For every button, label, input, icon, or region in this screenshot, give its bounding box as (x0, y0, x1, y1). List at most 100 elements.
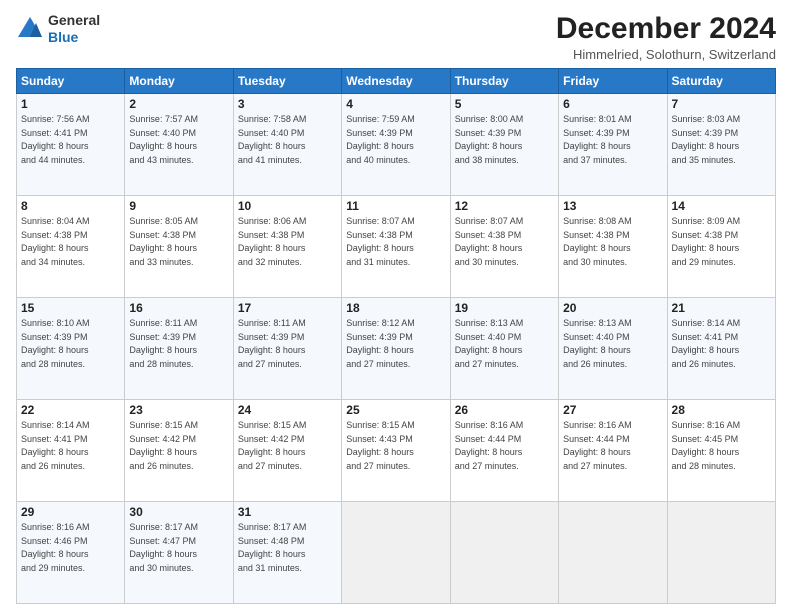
empty-cell (342, 502, 450, 604)
title-block: December 2024 Himmelried, Solothurn, Swi… (556, 12, 776, 62)
day-cell-9: 9 Sunrise: 8:05 AMSunset: 4:38 PMDaylight… (125, 196, 233, 298)
weekday-header-monday: Monday (125, 69, 233, 94)
day-number: 12 (455, 199, 554, 213)
day-cell-27: 27 Sunrise: 8:16 AMSunset: 4:44 PMDayligh… (559, 400, 667, 502)
day-number: 14 (672, 199, 771, 213)
day-number: 27 (563, 403, 662, 417)
day-number: 13 (563, 199, 662, 213)
day-info: Sunrise: 8:05 AMSunset: 4:38 PMDaylight:… (129, 215, 228, 269)
day-info: Sunrise: 8:15 AMSunset: 4:42 PMDaylight:… (129, 419, 228, 473)
weekday-header-tuesday: Tuesday (233, 69, 341, 94)
logo-text: General Blue (48, 12, 100, 46)
weekday-header-saturday: Saturday (667, 69, 775, 94)
day-number: 21 (672, 301, 771, 315)
day-info: Sunrise: 8:01 AMSunset: 4:39 PMDaylight:… (563, 113, 662, 167)
day-cell-8: 8Sunrise: 8:04 AMSunset: 4:38 PMDaylight… (17, 196, 125, 298)
day-number: 18 (346, 301, 445, 315)
day-info: Sunrise: 7:57 AMSunset: 4:40 PMDaylight:… (129, 113, 228, 167)
day-info: Sunrise: 8:13 AMSunset: 4:40 PMDaylight:… (563, 317, 662, 371)
week-row-5: 29Sunrise: 8:16 AMSunset: 4:46 PMDayligh… (17, 502, 776, 604)
day-number: 2 (129, 97, 228, 111)
day-number: 3 (238, 97, 337, 111)
day-cell-3: 3Sunrise: 7:58 AMSunset: 4:40 PMDaylight… (233, 94, 341, 196)
day-number: 9 (129, 199, 228, 213)
day-cell-19: 19 Sunrise: 8:13 AMSunset: 4:40 PMDayligh… (450, 298, 558, 400)
day-number: 1 (21, 97, 120, 111)
day-number: 6 (563, 97, 662, 111)
day-number: 28 (672, 403, 771, 417)
day-cell-24: 24 Sunrise: 8:15 AMSunset: 4:42 PMDayligh… (233, 400, 341, 502)
day-cell-25: 25 Sunrise: 8:15 AMSunset: 4:43 PMDayligh… (342, 400, 450, 502)
day-info: Sunrise: 8:08 AMSunset: 4:38 PMDaylight:… (563, 215, 662, 269)
day-cell-28: 28Sunrise: 8:16 AMSunset: 4:45 PMDayligh… (667, 400, 775, 502)
day-cell-14: 14Sunrise: 8:09 AMSunset: 4:38 PMDayligh… (667, 196, 775, 298)
day-cell-5: 5Sunrise: 8:00 AMSunset: 4:39 PMDaylight… (450, 94, 558, 196)
logo: General Blue (16, 12, 100, 46)
day-info: Sunrise: 8:15 AMSunset: 4:42 PMDaylight:… (238, 419, 337, 473)
day-cell-16: 16Sunrise: 8:11 AMSunset: 4:39 PMDayligh… (125, 298, 233, 400)
empty-cell (450, 502, 558, 604)
day-number: 31 (238, 505, 337, 519)
week-row-4: 22 Sunrise: 8:14 AMSunset: 4:41 PMDayligh… (17, 400, 776, 502)
day-cell-23: 23 Sunrise: 8:15 AMSunset: 4:42 PMDayligh… (125, 400, 233, 502)
day-info: Sunrise: 8:15 AMSunset: 4:43 PMDaylight:… (346, 419, 445, 473)
empty-cell (667, 502, 775, 604)
day-info: Sunrise: 7:59 AMSunset: 4:39 PMDaylight:… (346, 113, 445, 167)
day-number: 24 (238, 403, 337, 417)
weekday-header-sunday: Sunday (17, 69, 125, 94)
day-info: Sunrise: 8:14 AMSunset: 4:41 PMDaylight:… (21, 419, 120, 473)
day-info: Sunrise: 8:00 AMSunset: 4:39 PMDaylight:… (455, 113, 554, 167)
day-info: Sunrise: 8:06 AMSunset: 4:38 PMDaylight:… (238, 215, 337, 269)
day-info: Sunrise: 8:03 AMSunset: 4:39 PMDaylight:… (672, 113, 771, 167)
day-info: Sunrise: 8:04 AMSunset: 4:38 PMDaylight:… (21, 215, 120, 269)
day-info: Sunrise: 8:16 AMSunset: 4:44 PMDaylight:… (563, 419, 662, 473)
day-cell-17: 17Sunrise: 8:11 AMSunset: 4:39 PMDayligh… (233, 298, 341, 400)
weekday-header-friday: Friday (559, 69, 667, 94)
day-info: Sunrise: 8:11 AMSunset: 4:39 PMDaylight:… (238, 317, 337, 371)
day-cell-1: 1 Sunrise: 7:56 AMSunset: 4:41 PMDaylight… (17, 94, 125, 196)
day-cell-20: 20 Sunrise: 8:13 AMSunset: 4:40 PMDayligh… (559, 298, 667, 400)
day-cell-30: 30 Sunrise: 8:17 AMSunset: 4:47 PMDayligh… (125, 502, 233, 604)
day-cell-31: 31 Sunrise: 8:17 AMSunset: 4:48 PMDayligh… (233, 502, 341, 604)
day-info: Sunrise: 8:12 AMSunset: 4:39 PMDaylight:… (346, 317, 445, 371)
weekday-header-row: SundayMondayTuesdayWednesdayThursdayFrid… (17, 69, 776, 94)
day-cell-15: 15Sunrise: 8:10 AMSunset: 4:39 PMDayligh… (17, 298, 125, 400)
day-number: 22 (21, 403, 120, 417)
week-row-3: 15Sunrise: 8:10 AMSunset: 4:39 PMDayligh… (17, 298, 776, 400)
weekday-header-wednesday: Wednesday (342, 69, 450, 94)
day-cell-6: 6 Sunrise: 8:01 AMSunset: 4:39 PMDaylight… (559, 94, 667, 196)
day-cell-4: 4 Sunrise: 7:59 AMSunset: 4:39 PMDaylight… (342, 94, 450, 196)
day-cell-13: 13 Sunrise: 8:08 AMSunset: 4:38 PMDayligh… (559, 196, 667, 298)
day-cell-26: 26Sunrise: 8:16 AMSunset: 4:44 PMDayligh… (450, 400, 558, 502)
week-row-2: 8Sunrise: 8:04 AMSunset: 4:38 PMDaylight… (17, 196, 776, 298)
day-number: 19 (455, 301, 554, 315)
day-cell-21: 21 Sunrise: 8:14 AMSunset: 4:41 PMDayligh… (667, 298, 775, 400)
day-info: Sunrise: 8:14 AMSunset: 4:41 PMDaylight:… (672, 317, 771, 371)
week-row-1: 1 Sunrise: 7:56 AMSunset: 4:41 PMDaylight… (17, 94, 776, 196)
day-number: 30 (129, 505, 228, 519)
day-cell-7: 7 Sunrise: 8:03 AMSunset: 4:39 PMDaylight… (667, 94, 775, 196)
calendar-table: SundayMondayTuesdayWednesdayThursdayFrid… (16, 68, 776, 604)
day-number: 11 (346, 199, 445, 213)
logo-general: General (48, 12, 100, 29)
day-info: Sunrise: 7:56 AMSunset: 4:41 PMDaylight:… (21, 113, 120, 167)
day-info: Sunrise: 8:17 AMSunset: 4:48 PMDaylight:… (238, 521, 337, 575)
day-number: 23 (129, 403, 228, 417)
day-info: Sunrise: 8:17 AMSunset: 4:47 PMDaylight:… (129, 521, 228, 575)
day-number: 26 (455, 403, 554, 417)
day-cell-29: 29Sunrise: 8:16 AMSunset: 4:46 PMDayligh… (17, 502, 125, 604)
day-number: 16 (129, 301, 228, 315)
day-info: Sunrise: 8:16 AMSunset: 4:46 PMDaylight:… (21, 521, 120, 575)
logo-icon (16, 15, 44, 43)
day-cell-11: 11 Sunrise: 8:07 AMSunset: 4:38 PMDayligh… (342, 196, 450, 298)
day-info: Sunrise: 8:07 AMSunset: 4:38 PMDaylight:… (455, 215, 554, 269)
day-number: 4 (346, 97, 445, 111)
day-number: 20 (563, 301, 662, 315)
day-number: 25 (346, 403, 445, 417)
day-info: Sunrise: 8:13 AMSunset: 4:40 PMDaylight:… (455, 317, 554, 371)
subtitle: Himmelried, Solothurn, Switzerland (556, 47, 776, 62)
day-info: Sunrise: 8:07 AMSunset: 4:38 PMDaylight:… (346, 215, 445, 269)
day-number: 7 (672, 97, 771, 111)
day-info: Sunrise: 8:10 AMSunset: 4:39 PMDaylight:… (21, 317, 120, 371)
weekday-header-thursday: Thursday (450, 69, 558, 94)
